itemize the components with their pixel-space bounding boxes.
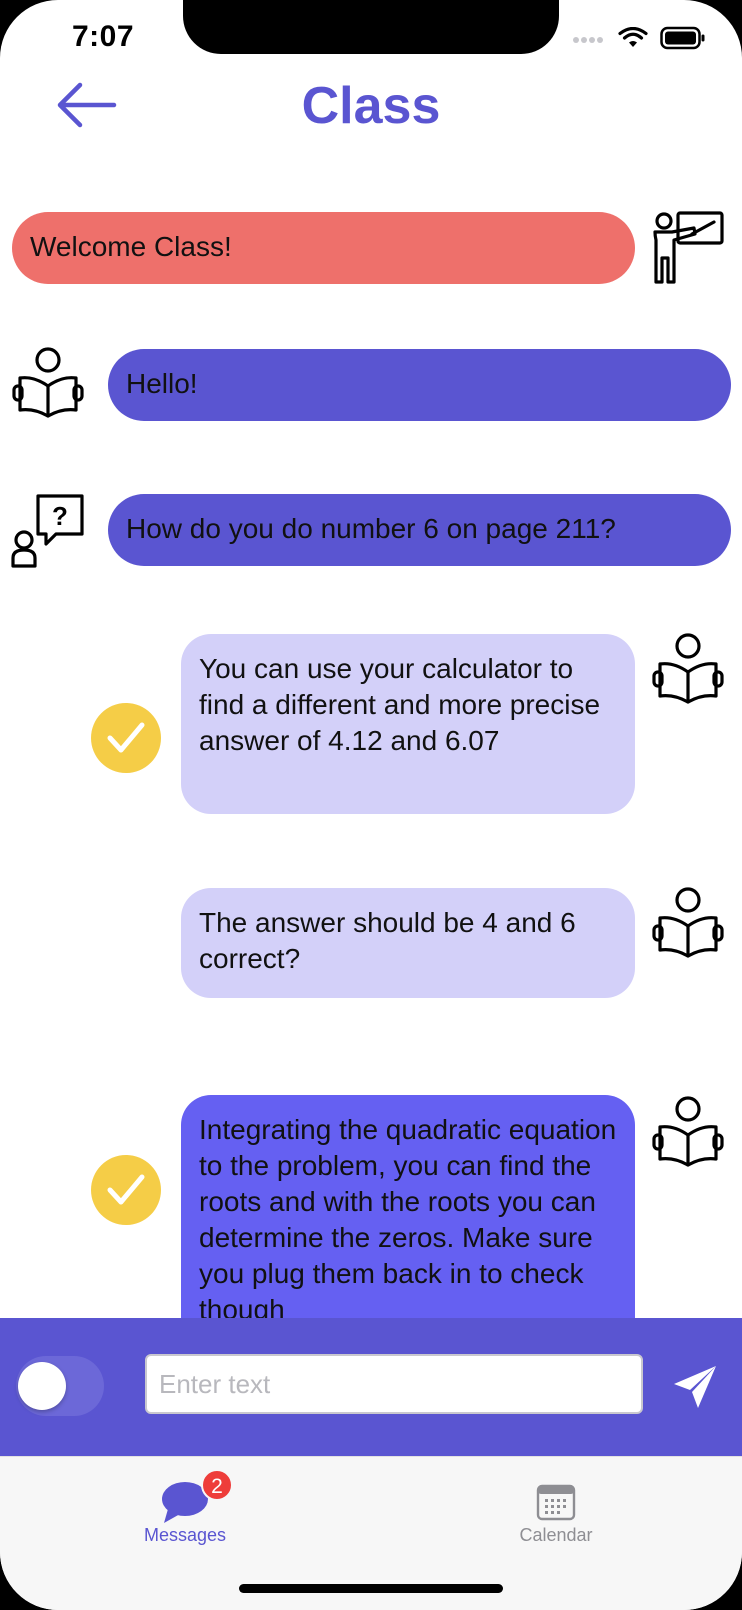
signal-icon [573, 37, 603, 43]
wifi-icon [618, 27, 648, 47]
tab-label: Messages [143, 1525, 227, 1545]
student-reading-avatar-icon [12, 347, 84, 418]
svg-text:?: ? [52, 501, 68, 531]
chat-list[interactable]: Welcome Class! Hello! ? How do you do nu… [0, 160, 742, 1318]
message-text: How do you do number 6 on page 211? [126, 513, 616, 544]
status-time: 7:07 [72, 20, 135, 53]
message-text: Integrating the quadratic equation to th… [199, 1114, 617, 1318]
message-text: The answer should be 4 and 6 correct? [199, 907, 576, 974]
toggle-knob [18, 1362, 66, 1410]
message-bubble-reply[interactable]: Integrating the quadratic equation to th… [181, 1095, 635, 1318]
message-composer [0, 1318, 742, 1456]
student-reading-avatar-icon [652, 633, 724, 704]
status-icons [572, 26, 706, 50]
message-text: Hello! [126, 368, 198, 399]
message-input[interactable] [145, 1354, 643, 1414]
teacher-avatar-icon [653, 211, 724, 284]
message-bubble-student[interactable]: How do you do number 6 on page 211? [108, 494, 731, 566]
student-reading-avatar-icon [652, 887, 724, 958]
message-bubble-teacher[interactable]: Welcome Class! [12, 212, 635, 284]
student-reading-avatar-icon [652, 1096, 724, 1167]
tab-messages[interactable]: 2 Messages [85, 1469, 285, 1549]
device-notch [183, 0, 559, 54]
phone-screen: 7:07 Class Welcome Class! Hello! ? How d… [0, 0, 742, 1610]
unread-badge: 2 [201, 1469, 233, 1501]
message-bubble-student[interactable]: Hello! [108, 349, 731, 421]
checkmark-icon[interactable] [91, 1155, 161, 1225]
home-indicator[interactable] [239, 1584, 503, 1593]
tab-label: Calendar [519, 1525, 593, 1545]
message-text: Welcome Class! [30, 231, 232, 262]
nav-header: Class [0, 70, 742, 150]
checkmark-icon[interactable] [91, 703, 161, 773]
student-question-avatar-icon: ? [11, 494, 84, 568]
message-text: You can use your calculator to find a di… [199, 653, 601, 756]
message-bubble-reply[interactable]: The answer should be 4 and 6 correct? [181, 888, 635, 998]
mode-toggle[interactable] [16, 1356, 104, 1416]
calendar-icon [536, 1484, 576, 1521]
send-icon[interactable] [670, 1362, 720, 1412]
battery-icon [660, 26, 705, 50]
tab-calendar[interactable]: Calendar [456, 1469, 656, 1549]
message-bubble-reply[interactable]: You can use your calculator to find a di… [181, 634, 635, 814]
page-title: Class [301, 77, 441, 135]
